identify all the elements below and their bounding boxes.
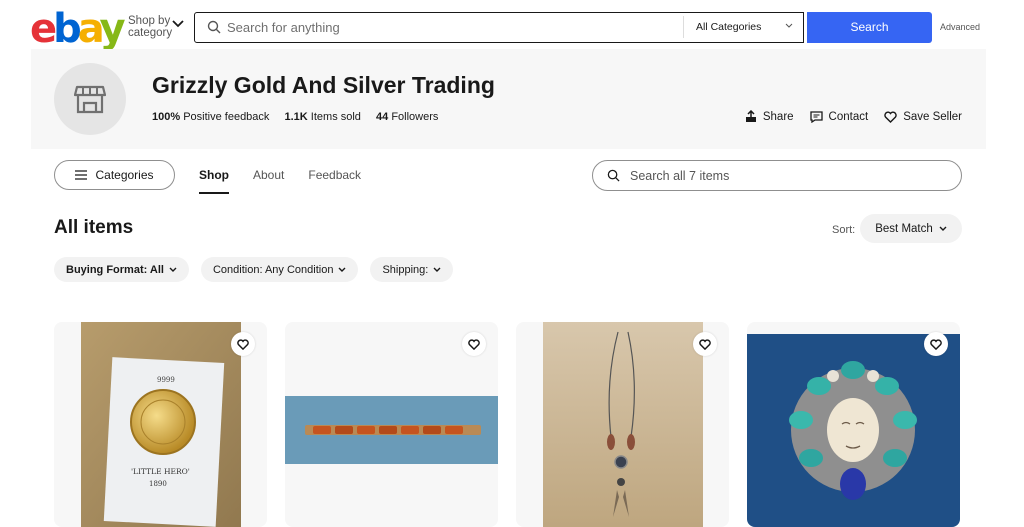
heart-icon bbox=[468, 338, 480, 350]
category-select[interactable]: All Categories bbox=[696, 21, 761, 33]
filter-label: Condition: Any Condition bbox=[212, 263, 334, 276]
filter-label: Shipping: bbox=[382, 263, 429, 276]
search-icon bbox=[207, 20, 221, 34]
tab-about[interactable]: About bbox=[253, 168, 284, 194]
chevron-down-icon[interactable] bbox=[172, 20, 184, 28]
store-search-bar[interactable]: Search all 7 items bbox=[592, 160, 962, 191]
share-label: Share bbox=[762, 110, 794, 123]
menu-icon bbox=[75, 170, 88, 180]
store-search-input[interactable]: Search all 7 items bbox=[630, 169, 729, 183]
heart-icon bbox=[237, 338, 249, 350]
item-card[interactable] bbox=[516, 322, 729, 527]
sold-label: Items sold bbox=[310, 111, 361, 123]
shop-by-category-button[interactable]: Shop by category bbox=[128, 15, 172, 39]
heart-icon bbox=[699, 338, 711, 350]
contact-label: Contact bbox=[828, 110, 869, 123]
items-sold-stat: 1.1K Items sold bbox=[284, 111, 360, 123]
share-button[interactable]: Share bbox=[745, 110, 794, 123]
save-seller-button[interactable]: Save Seller bbox=[884, 110, 962, 123]
item-card[interactable] bbox=[285, 322, 498, 527]
condition-filter[interactable]: Condition: Any Condition bbox=[200, 257, 359, 282]
item-grid: 9999 'LITTLE HERO' 1890 bbox=[54, 322, 960, 527]
tab-shop[interactable]: Shop bbox=[199, 168, 229, 194]
search-input[interactable]: Search for anything bbox=[227, 20, 340, 35]
item-card[interactable]: 9999 'LITTLE HERO' 1890 bbox=[54, 322, 267, 527]
chevron-down-icon bbox=[338, 267, 346, 272]
ebay-logo[interactable]: ebay bbox=[30, 9, 126, 49]
divider bbox=[683, 16, 684, 38]
feedback-value: 100% bbox=[152, 111, 181, 123]
seller-name[interactable]: Grizzly Gold And Silver Trading bbox=[152, 72, 495, 99]
store-avatar bbox=[54, 63, 126, 135]
advanced-search-link[interactable]: Advanced bbox=[940, 22, 980, 32]
store-tabs: Shop About Feedback bbox=[199, 168, 361, 194]
watch-button[interactable] bbox=[924, 332, 948, 356]
search-icon bbox=[607, 169, 620, 182]
page-title: All items bbox=[54, 217, 134, 238]
search-bar[interactable]: Search for anything All Categories bbox=[194, 12, 804, 43]
contact-button[interactable]: Contact bbox=[809, 110, 869, 123]
shipping-filter[interactable]: Shipping: bbox=[370, 257, 454, 282]
shop-by-label: Shop by bbox=[128, 15, 171, 27]
turquoise-face-brooch-image[interactable] bbox=[747, 334, 960, 527]
save-seller-label: Save Seller bbox=[903, 110, 962, 123]
categories-label: Categories bbox=[95, 168, 154, 182]
sort-label: Sort: bbox=[832, 224, 856, 236]
category-label: category bbox=[128, 27, 173, 39]
watch-button[interactable] bbox=[231, 332, 255, 356]
gold-coin-card-image[interactable]: 9999 'LITTLE HERO' 1890 bbox=[81, 322, 241, 527]
sort-value: Best Match bbox=[875, 222, 933, 235]
silver-necklace-image[interactable] bbox=[543, 322, 703, 527]
coin-year: 1890 bbox=[149, 480, 167, 488]
heart-icon bbox=[930, 338, 942, 350]
share-icon bbox=[745, 110, 756, 122]
followers-stat: 44 Followers bbox=[376, 111, 438, 123]
seller-stats: 100% Positive feedback 1.1K Items sold 4… bbox=[152, 111, 450, 123]
watch-button[interactable] bbox=[462, 332, 486, 356]
search-button[interactable]: Search bbox=[807, 12, 932, 43]
feedback-stat[interactable]: 100% Positive feedback bbox=[152, 111, 269, 123]
store-icon bbox=[74, 85, 106, 114]
filter-bar: Buying Format: All Condition: Any Condit… bbox=[54, 257, 454, 282]
buying-format-filter[interactable]: Buying Format: All bbox=[54, 257, 189, 282]
followers-label: Followers bbox=[391, 111, 439, 123]
seller-actions: Share Contact Save Seller bbox=[745, 110, 962, 123]
sort-dropdown[interactable]: Best Match bbox=[860, 214, 962, 243]
followers-value: 44 bbox=[376, 111, 389, 123]
coin-caption: 'LITTLE HERO' bbox=[131, 467, 190, 476]
item-card[interactable] bbox=[747, 322, 960, 527]
feedback-label: Positive feedback bbox=[183, 111, 270, 123]
chevron-down-icon bbox=[433, 267, 441, 272]
chevron-down-icon bbox=[939, 226, 947, 231]
sold-value: 1.1K bbox=[284, 111, 308, 123]
categories-button[interactable]: Categories bbox=[54, 160, 175, 190]
message-icon bbox=[809, 110, 823, 123]
coin-purity: 9999 bbox=[157, 376, 175, 384]
watch-button[interactable] bbox=[693, 332, 717, 356]
amber-bracelet-image[interactable] bbox=[285, 396, 498, 464]
tab-feedback[interactable]: Feedback bbox=[308, 168, 361, 194]
chevron-down-icon bbox=[169, 267, 177, 272]
chevron-down-icon bbox=[785, 23, 793, 28]
seller-banner bbox=[31, 49, 986, 149]
heart-icon bbox=[884, 111, 897, 123]
filter-label: Buying Format: All bbox=[66, 263, 164, 276]
